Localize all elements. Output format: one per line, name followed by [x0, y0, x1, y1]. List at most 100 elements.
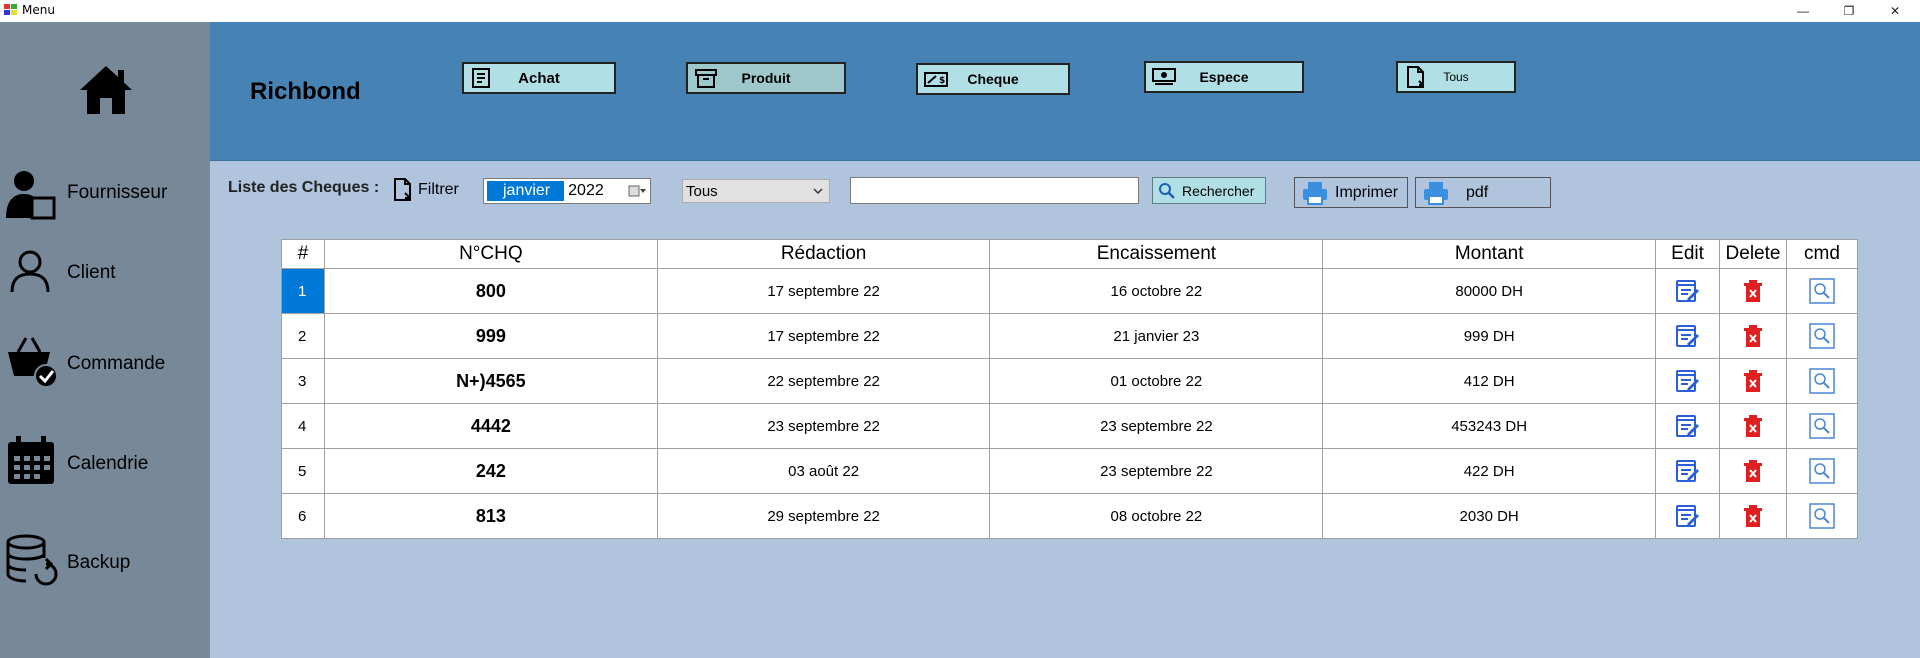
delete-cell[interactable] [1719, 313, 1787, 359]
table-row[interactable]: 5 242 03 août 22 23 septembre 22 422 DH [281, 448, 1859, 494]
redaction-date[interactable]: 17 septembre 22 [656, 313, 991, 359]
cheque-number[interactable]: 813 [323, 493, 658, 539]
cheque-button[interactable]: $ Cheque [916, 63, 1070, 95]
cmd-cell[interactable] [1785, 493, 1859, 539]
column-header-edit[interactable]: Edit [1655, 239, 1720, 269]
edit-icon[interactable] [1675, 323, 1701, 349]
encaissement-date[interactable]: 01 octobre 22 [989, 358, 1324, 404]
search-icon[interactable] [1809, 323, 1835, 349]
delete-cell[interactable] [1719, 358, 1787, 404]
cmd-cell[interactable] [1785, 403, 1859, 449]
encaissement-date[interactable]: 21 janvier 23 [989, 313, 1324, 359]
delete-icon[interactable] [1740, 368, 1766, 394]
type-select[interactable]: Tous [682, 179, 830, 203]
delete-cell[interactable] [1719, 448, 1787, 494]
search-icon[interactable] [1809, 413, 1835, 439]
filter-button[interactable]: Filtrer [392, 178, 459, 202]
column-header-cmd[interactable]: cmd [1785, 239, 1859, 269]
redaction-date[interactable]: 22 septembre 22 [656, 358, 991, 404]
tous-button[interactable]: Tous [1396, 61, 1516, 93]
row-index[interactable]: 5 [281, 448, 325, 494]
column-header-num[interactable]: N°CHQ [323, 239, 658, 269]
produit-button[interactable]: Produit [686, 62, 846, 94]
row-index[interactable]: 2 [281, 313, 325, 359]
delete-icon[interactable] [1740, 458, 1766, 484]
redaction-date[interactable]: 29 septembre 22 [656, 493, 991, 539]
month-value[interactable]: janvier [487, 181, 565, 201]
close-button[interactable]: ✕ [1872, 0, 1918, 22]
column-header-index[interactable]: # [281, 239, 325, 269]
search-icon[interactable] [1809, 368, 1835, 394]
column-header-delete[interactable]: Delete [1719, 239, 1787, 269]
montant[interactable]: 2030 DH [1322, 493, 1657, 539]
cmd-cell[interactable] [1785, 448, 1859, 494]
edit-cell[interactable] [1655, 448, 1720, 494]
cmd-cell[interactable] [1785, 358, 1859, 404]
edit-cell[interactable] [1655, 493, 1720, 539]
minimize-button[interactable]: — [1780, 0, 1826, 22]
year-value[interactable]: 2022 [568, 182, 604, 200]
column-header-redaction[interactable]: Rédaction [656, 239, 991, 269]
cheque-number[interactable]: 999 [323, 313, 658, 359]
table-row[interactable]: 4 4442 23 septembre 22 23 septembre 22 4… [281, 403, 1859, 449]
edit-icon[interactable] [1675, 368, 1701, 394]
encaissement-date[interactable]: 23 septembre 22 [989, 448, 1324, 494]
cheque-number[interactable]: N+)4565 [323, 358, 658, 404]
row-index[interactable]: 3 [281, 358, 325, 404]
delete-cell[interactable] [1719, 268, 1787, 314]
cheque-number[interactable]: 800 [323, 268, 658, 314]
search-input[interactable] [850, 177, 1139, 204]
edit-cell[interactable] [1655, 268, 1720, 314]
montant[interactable]: 422 DH [1322, 448, 1657, 494]
redaction-date[interactable]: 23 septembre 22 [656, 403, 991, 449]
delete-icon[interactable] [1740, 413, 1766, 439]
pdf-button[interactable]: pdf [1415, 177, 1551, 208]
edit-cell[interactable] [1655, 313, 1720, 359]
edit-icon[interactable] [1675, 458, 1701, 484]
table-row[interactable]: 3 N+)4565 22 septembre 22 01 octobre 22 … [281, 358, 1859, 404]
delete-icon[interactable] [1740, 323, 1766, 349]
search-icon[interactable] [1809, 503, 1835, 529]
delete-icon[interactable] [1740, 503, 1766, 529]
restore-button[interactable]: ❐ [1826, 0, 1872, 22]
sidebar-item-commande[interactable]: Commande [0, 332, 210, 396]
redaction-date[interactable]: 17 septembre 22 [656, 268, 991, 314]
encaissement-date[interactable]: 16 octobre 22 [989, 268, 1324, 314]
print-button[interactable]: Imprimer [1294, 177, 1408, 208]
edit-icon[interactable] [1675, 278, 1701, 304]
espece-button[interactable]: Espece [1144, 61, 1304, 93]
encaissement-date[interactable]: 23 septembre 22 [989, 403, 1324, 449]
month-year-picker[interactable]: janvier 2022 [483, 178, 651, 204]
montant[interactable]: 80000 DH [1322, 268, 1657, 314]
montant[interactable]: 412 DH [1322, 358, 1657, 404]
table-row[interactable]: 2 999 17 septembre 22 21 janvier 23 999 … [281, 313, 1859, 359]
edit-cell[interactable] [1655, 403, 1720, 449]
encaissement-date[interactable]: 08 octobre 22 [989, 493, 1324, 539]
edit-icon[interactable] [1675, 413, 1701, 439]
cmd-cell[interactable] [1785, 313, 1859, 359]
edit-cell[interactable] [1655, 358, 1720, 404]
edit-icon[interactable] [1675, 503, 1701, 529]
montant[interactable]: 999 DH [1322, 313, 1657, 359]
sidebar-item-calendrie[interactable]: Calendrie [0, 432, 210, 496]
column-header-encaissement[interactable]: Encaissement [989, 239, 1324, 269]
cmd-cell[interactable] [1785, 268, 1859, 314]
column-header-montant[interactable]: Montant [1322, 239, 1657, 269]
sidebar-item-client[interactable]: Client [0, 242, 210, 306]
redaction-date[interactable]: 03 août 22 [656, 448, 991, 494]
table-row[interactable]: 6 813 29 septembre 22 08 octobre 22 2030… [281, 493, 1859, 539]
search-button[interactable]: Rechercher [1152, 177, 1266, 204]
sidebar-item-fournisseur[interactable]: Fournisseur [0, 162, 210, 226]
table-row[interactable]: 1 800 17 septembre 22 16 octobre 22 8000… [281, 268, 1859, 314]
montant[interactable]: 453243 DH [1322, 403, 1657, 449]
row-index[interactable]: 4 [281, 403, 325, 449]
delete-cell[interactable] [1719, 493, 1787, 539]
row-index[interactable]: 6 [281, 493, 325, 539]
row-index[interactable]: 1 [281, 268, 325, 314]
delete-icon[interactable] [1740, 278, 1766, 304]
delete-cell[interactable] [1719, 403, 1787, 449]
achat-button[interactable]: Achat [462, 62, 616, 94]
search-icon[interactable] [1809, 458, 1835, 484]
sidebar-item-backup[interactable]: Backup [0, 530, 210, 594]
cheque-number[interactable]: 242 [323, 448, 658, 494]
